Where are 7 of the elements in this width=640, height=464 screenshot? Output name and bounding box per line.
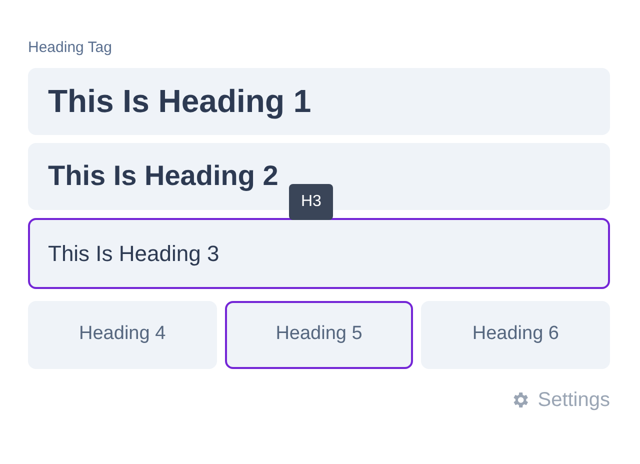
tooltip: H3 [289, 184, 334, 220]
heading-option[interactable]: Heading 5 [224, 300, 414, 368]
heading-option[interactable]: This Is Heading 3 [28, 218, 610, 288]
heading-option[interactable]: Heading 6 [421, 300, 610, 368]
field-label: Heading Tag [28, 38, 112, 58]
heading-option[interactable]: Heading 4 [28, 300, 217, 368]
heading-option[interactable]: This Is Heading 1 [28, 68, 610, 134]
